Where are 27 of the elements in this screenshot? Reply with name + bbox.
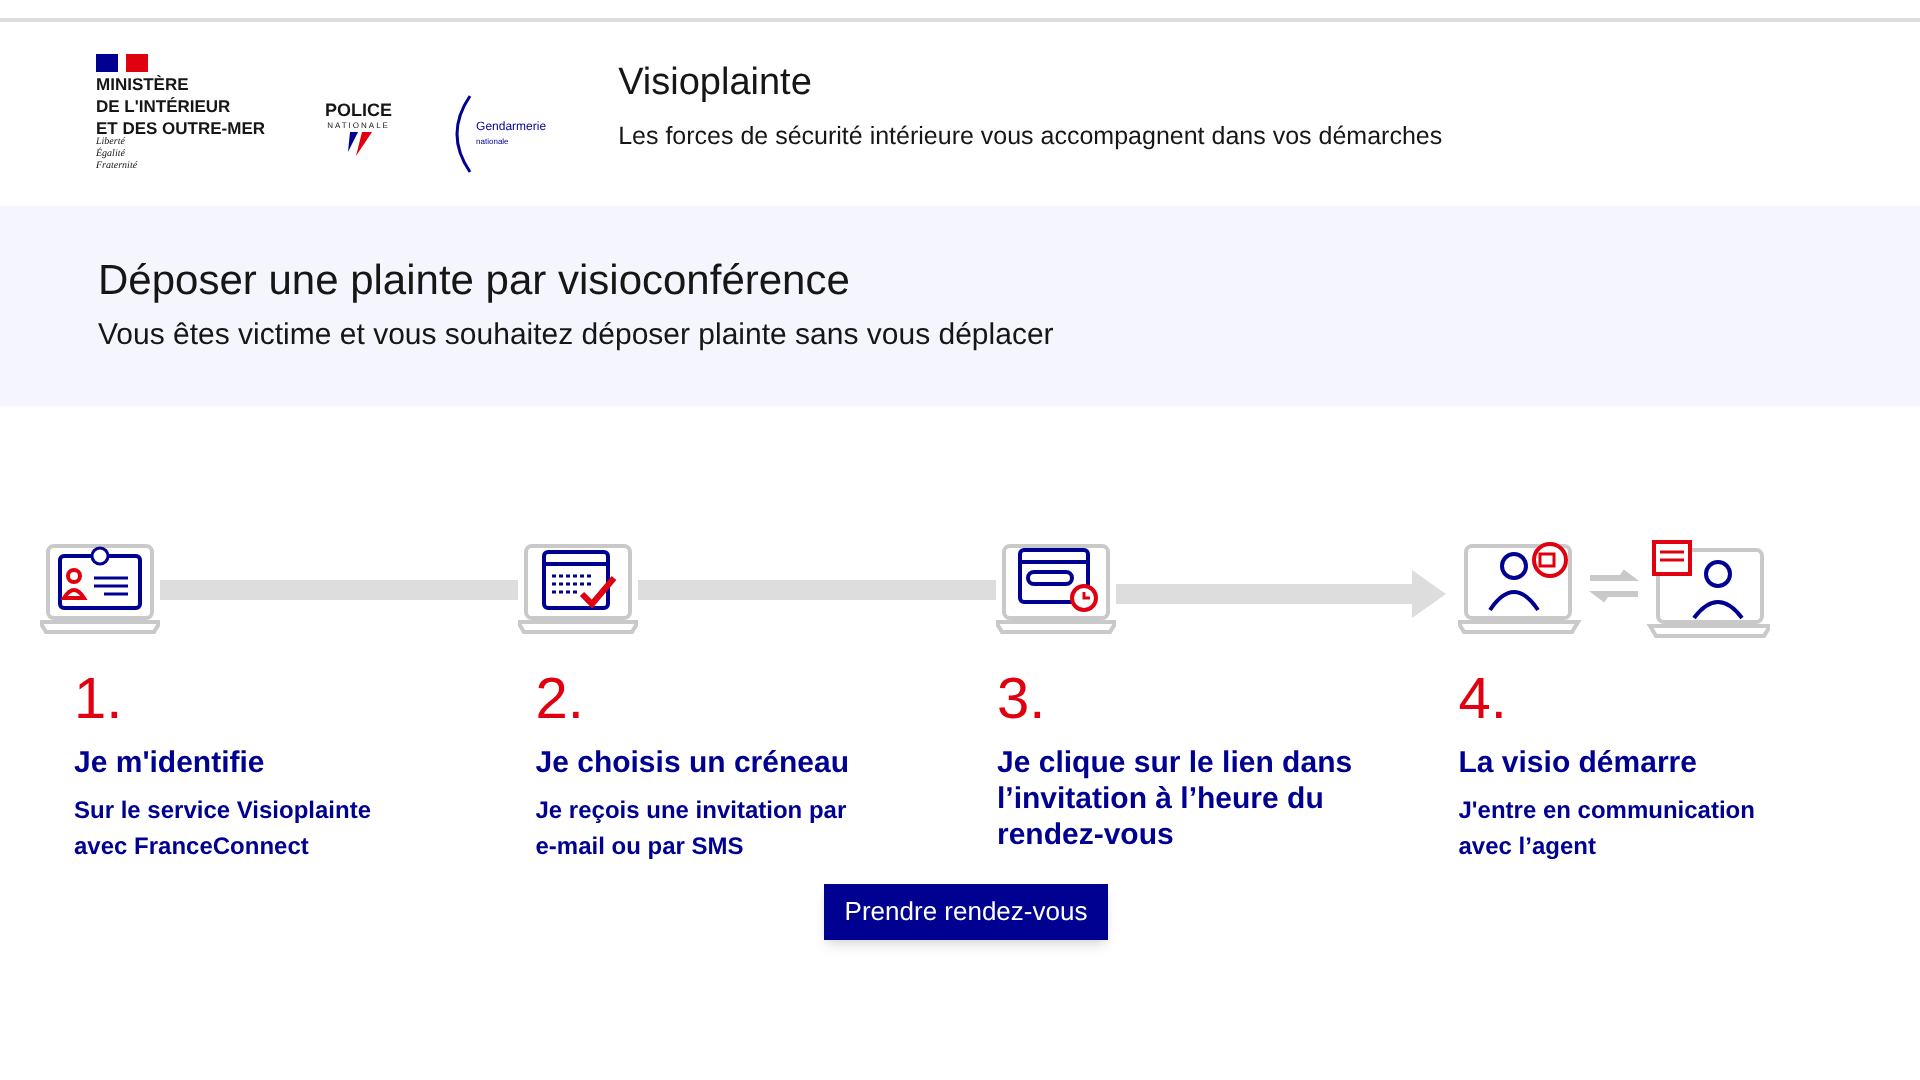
step-number: 1.	[74, 666, 125, 734]
step-title: Je m'identifie	[74, 746, 267, 782]
calendar-check-icon	[518, 538, 638, 634]
step-title: La visio démarre	[1458, 746, 1699, 782]
step-title: Je clique sur le lien dans l’invitation à l’heure du rendez-vous	[997, 746, 1355, 854]
step-title: Je choisis un créneau	[535, 746, 851, 782]
appointment-button[interactable]: Prendre rendez-vous	[824, 884, 1108, 940]
step-description: Sur le service Visioplainte avec FranceConnect	[74, 794, 374, 864]
arrow-icon	[1116, 570, 1448, 618]
ministry-name: ET DES OUTRE-MER	[96, 118, 266, 138]
hero-subtitle: Vous êtes victime et vous souhaitez déposer plainte sans vous déplacer	[98, 316, 1056, 356]
service-tagline: Les forces de sécurité intérieure vous accompagnent dans vos démarches	[618, 120, 1443, 154]
step-description: Je reçois une invitation par e-mail ou par SMS	[535, 794, 849, 864]
ministry-name: DE L'INTÉRIEUR	[96, 96, 233, 116]
step-number: 4.	[1458, 666, 1509, 734]
service-title: Visioplainte	[618, 60, 814, 108]
id-card-icon	[40, 538, 160, 634]
browser-clock-icon	[996, 538, 1116, 634]
step-number: 2.	[535, 666, 586, 734]
arc-logo-icon	[452, 94, 473, 174]
flag-logo-icon	[96, 54, 148, 72]
tricolor-stripes-icon	[342, 132, 375, 156]
step-number: 3.	[997, 666, 1048, 734]
step-description: J'entre en communication avec l’agent	[1458, 794, 1757, 864]
police-logo-name: POLICE	[325, 102, 393, 120]
ministry-name: MINISTÈRE	[96, 74, 191, 94]
hero-title: Déposer une plainte par visioconférence	[98, 256, 852, 308]
